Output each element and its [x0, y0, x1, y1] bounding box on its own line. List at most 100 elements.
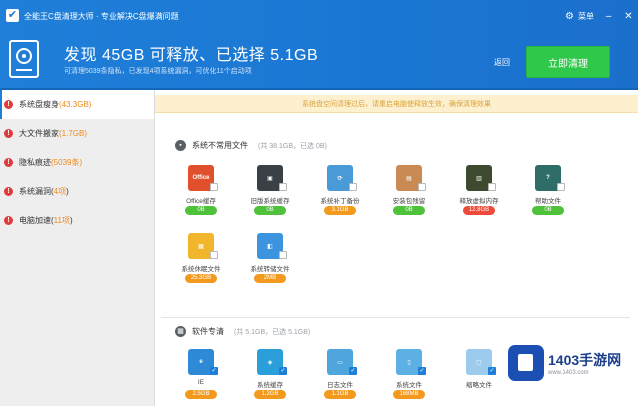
cleanup-item-tile[interactable]: Office Office缓存 0B — [173, 165, 229, 233]
gear-icon: ⚙ — [565, 10, 574, 22]
item-label: 旧版系统缓存 — [250, 198, 290, 205]
sidebar-item-label: 电脑加速( — [19, 216, 54, 225]
cleanup-item-tile[interactable]: ◧ 系统转储文件 2MB — [242, 233, 298, 301]
section-info: (共 5.1GB，已选 5.1GB) — [234, 328, 311, 336]
item-label: 系统转储文件 — [250, 266, 290, 273]
sidebar-item-count: (5039条) — [51, 158, 83, 167]
alert-icon: ! — [4, 100, 13, 109]
item-size-badge: 25.3GB — [185, 274, 217, 283]
item-label: 系统补丁备份 — [320, 198, 360, 205]
item-size-badge: 0B — [532, 206, 564, 215]
apps-icon: ▦ — [175, 326, 186, 337]
item-size-badge: 2.5GB — [185, 390, 217, 399]
item-checkbox[interactable] — [279, 183, 287, 191]
item-size-badge: 12.8GB — [463, 206, 495, 215]
back-link[interactable]: 返回 — [494, 57, 510, 68]
item-checkbox[interactable]: ✓ — [279, 367, 287, 375]
cleanup-item-tile[interactable]: e ✓ IE 2.5GB — [173, 349, 229, 417]
notice-banner: 系统盘空间清理过后，请重启电脑使释放生效，确保清理效果 — [155, 95, 638, 113]
window-controls: ⚙ 菜单 – ✕ — [564, 8, 634, 24]
sidebar-item-count: (43.3GB) — [59, 100, 92, 109]
item-label: 系统文件 — [396, 382, 422, 389]
close-button[interactable]: ✕ — [623, 11, 634, 22]
item-checkbox[interactable] — [349, 183, 357, 191]
sidebar-item-count: (1.7GB) — [59, 129, 88, 138]
alert-icon: ! — [4, 158, 13, 167]
hard-disk-icon — [9, 40, 39, 78]
item-checkbox[interactable]: ✓ — [488, 367, 496, 375]
menu-button[interactable]: ⚙ 菜单 — [564, 11, 594, 22]
cleanup-item-tile[interactable]: ▤ 安装包残留 0B — [381, 165, 437, 233]
item-checkbox[interactable] — [488, 183, 496, 191]
item-label: 帮助文件 — [535, 198, 561, 205]
section-title: 软件专清 — [192, 327, 224, 336]
item-size-badge: 2MB — [254, 274, 286, 283]
item-checkbox[interactable] — [279, 251, 287, 259]
cleanup-item-tile[interactable]: ◈ ✓ 系统缓存 1.2GB — [242, 349, 298, 417]
cleanup-item-tile[interactable]: ▭ ✓ 日志文件 1.1GB — [312, 349, 368, 417]
scan-result-subline: 可清理5039条隐私，已发现4项系统漏洞，可优化11个启动项 — [64, 68, 252, 75]
minimize-icon: – — [605, 10, 612, 22]
item-checkbox[interactable] — [557, 183, 565, 191]
item-checkbox[interactable]: ✓ — [210, 367, 218, 375]
item-label: 系统休眠文件 — [181, 266, 221, 273]
sidebar-item-label: 系统盘瘦身 — [19, 100, 59, 109]
section-title: 系统不常用文件 — [192, 141, 248, 150]
section-info: (共 38.1GB，已选 0B) — [258, 142, 327, 150]
sidebar-item-label: 大文件搬家 — [19, 129, 59, 138]
item-size-badge: 0B — [254, 206, 286, 215]
item-label: IE — [197, 379, 205, 386]
sidebar-item-suffix: ) — [66, 187, 69, 196]
watermark-url: www.1403.com — [548, 370, 589, 376]
item-label: 释放虚拟内存 — [459, 198, 499, 205]
section-header: ▦ 软件专清 (共 5.1GB，已选 5.1GB) — [175, 326, 310, 337]
watermark-logo: 1403手游网 www.1403.com — [508, 340, 632, 386]
sidebar-item-large-files[interactable]: ! 大文件搬家 (1.7GB) — [0, 119, 154, 148]
item-checkbox[interactable] — [418, 183, 426, 191]
sidebar-item-speedup[interactable]: ! 电脑加速(11项) — [0, 206, 154, 235]
item-checkbox[interactable]: ✓ — [349, 367, 357, 375]
sidebar-item-label: 系统漏洞( — [19, 187, 54, 196]
sidebar-item-count: 11项 — [53, 216, 70, 225]
item-label: Office缓存 — [186, 198, 216, 205]
item-size-badge: 3.1GB — [324, 206, 356, 215]
sidebar-item-suffix: ) — [69, 216, 73, 225]
item-label: 安装包残留 — [392, 198, 426, 205]
item-checkbox[interactable] — [210, 183, 218, 191]
cleanup-item-tile[interactable]: ? 帮助文件 0B — [520, 165, 576, 233]
section-divider — [161, 317, 630, 318]
item-size-badge: 168MB — [393, 390, 425, 399]
cleanup-item-tile[interactable]: ▥ 释放虚拟内存 12.8GB — [451, 165, 507, 233]
alert-icon: ! — [4, 216, 13, 225]
header-bar: ✔ 全能王C盘清理大师 · 专业解决C盘爆满问题 ⚙ 菜单 – ✕ 发现 45G… — [0, 0, 638, 90]
close-icon: ✕ — [624, 10, 633, 22]
sidebar-item-count: 4项 — [53, 187, 67, 196]
watermark-brand: 1403手游网 — [548, 352, 622, 368]
scan-result-headline: 发现 45GB 可释放、已选择 5.1GB — [64, 47, 319, 64]
sidebar-item-label: 隐私痕迹 — [19, 158, 51, 167]
item-label: 日志文件 — [327, 382, 353, 389]
app-checkmark-icon: ✔ — [6, 9, 19, 22]
item-size-badge: 0B — [393, 206, 425, 215]
sidebar-item-vulnerabilities[interactable]: ! 系统漏洞(4项) — [0, 177, 154, 206]
alert-icon: ! — [4, 187, 13, 196]
alert-icon: ! — [4, 129, 13, 138]
sidebar: ! 系统盘瘦身 (43.3GB) ! 大文件搬家 (1.7GB) ! 隐私痕迹 (50… — [0, 90, 155, 406]
item-checkbox[interactable]: ✓ — [418, 367, 426, 375]
cleanup-item-tile[interactable]: ▦ 系统休眠文件 25.3GB — [173, 233, 229, 301]
cleanup-item-tile[interactable]: ▢ ✓ 缩略文件 — [451, 349, 507, 417]
minimize-button[interactable]: – — [603, 11, 614, 22]
sidebar-item-privacy[interactable]: ! 隐私痕迹 (5039条) — [0, 148, 154, 177]
item-checkbox[interactable] — [210, 251, 218, 259]
cube-logo-icon — [508, 345, 544, 381]
sidebar-item-system-slim[interactable]: ! 系统盘瘦身 (43.3GB) — [0, 90, 154, 119]
item-label: 缩略文件 — [466, 382, 492, 389]
item-size-badge: 1.2GB — [254, 390, 286, 399]
item-size-badge: 0B — [185, 206, 217, 215]
app-title: 全能王C盘清理大师 · 专业解决C盘爆满问题 — [24, 12, 179, 21]
cleanup-item-tile[interactable]: ⟳ 系统补丁备份 3.1GB — [312, 165, 368, 233]
clean-now-button[interactable]: 立即清理 — [526, 46, 610, 78]
cleanup-item-tile[interactable]: ▯ ✓ 系统文件 168MB — [381, 349, 437, 417]
cleanup-item-tile[interactable]: ▣ 旧版系统缓存 0B — [242, 165, 298, 233]
section-header: ▪ 系统不常用文件 (共 38.1GB，已选 0B) — [175, 140, 327, 151]
